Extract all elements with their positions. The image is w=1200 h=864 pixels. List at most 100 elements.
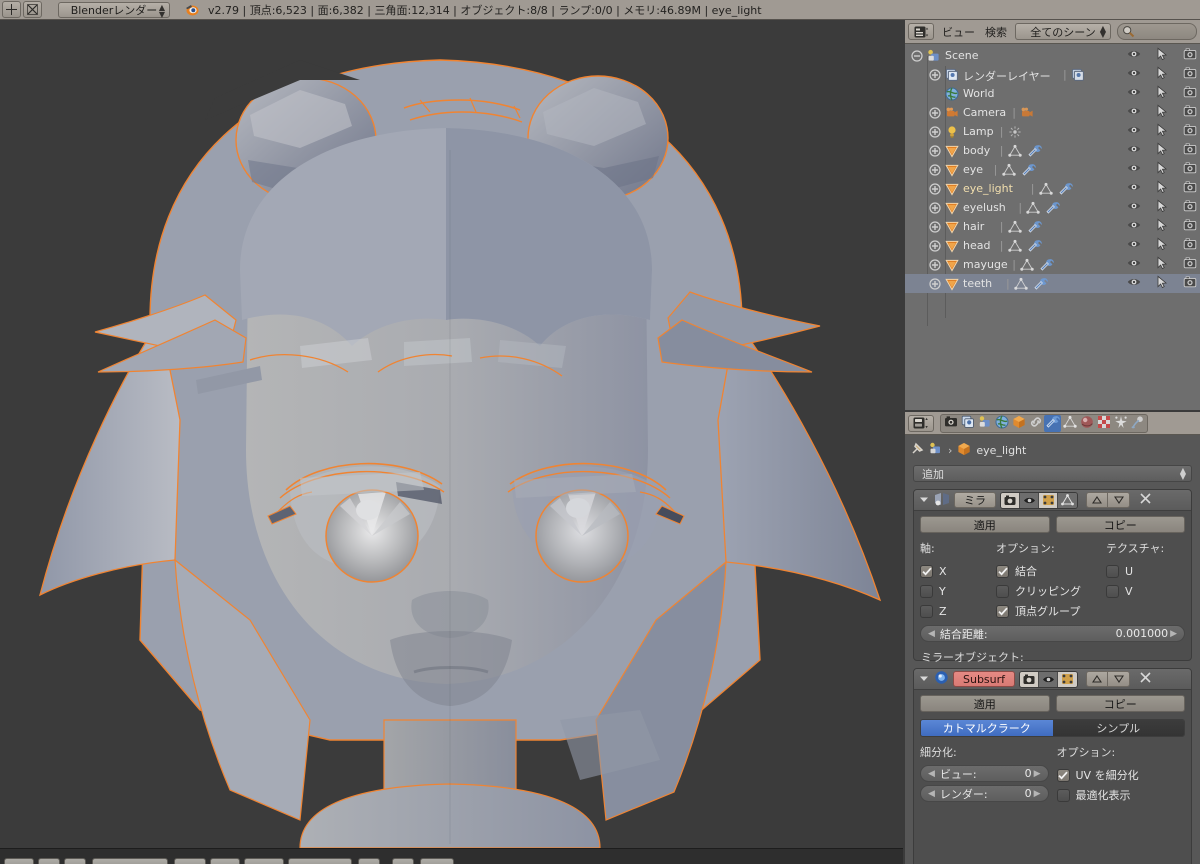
mesh-data-icon[interactable]	[1014, 277, 1028, 294]
chevron-down-icon[interactable]	[918, 672, 930, 687]
camera-icon[interactable]	[1183, 161, 1197, 178]
checkbox-row[interactable]: 最適化表示	[1056, 785, 1186, 805]
row-restriction-icons[interactable]	[1127, 274, 1197, 293]
row-restriction-icons[interactable]	[1127, 198, 1197, 217]
subdivide-uvs-checkbox[interactable]	[1056, 768, 1070, 782]
row-restriction-icons[interactable]	[1127, 179, 1197, 198]
axis-y-checkbox[interactable]	[920, 584, 933, 598]
axis-x-checkbox[interactable]	[920, 564, 933, 578]
row-restriction-icons[interactable]	[1127, 217, 1197, 236]
cursor-arrow-icon[interactable]	[1155, 180, 1169, 197]
cursor-arrow-icon[interactable]	[1155, 142, 1169, 159]
row-expander[interactable]	[929, 69, 941, 84]
row-restriction-icons[interactable]	[1127, 255, 1197, 274]
modifier-panel-mirror[interactable]: ミラ 適用 コピー 軸: X Y Z オプション: 結合 クリッピング 頂点グル…	[913, 489, 1192, 686]
vp-layers[interactable]	[420, 858, 454, 864]
delete-modifier-button[interactable]	[1139, 671, 1152, 687]
material-tab[interactable]	[1078, 415, 1095, 432]
eye-icon[interactable]	[1127, 123, 1141, 140]
subdivision-type-toggle[interactable]: カトマルクラーク シンプル	[920, 719, 1185, 737]
wrench-icon[interactable]	[1046, 201, 1061, 218]
render-engine-select[interactable]: Blenderレンダー ▲ ▼	[58, 1, 170, 18]
camera-icon[interactable]	[1183, 123, 1197, 140]
wrench-icon[interactable]	[1034, 277, 1048, 294]
outliner-row-eye_light[interactable]: eye_light |	[905, 179, 1200, 198]
vp-mode-select[interactable]	[92, 858, 168, 864]
view-subdivisions-field[interactable]: ◀ ビュー: 0 ▶	[920, 765, 1049, 782]
apply-button[interactable]: 適用	[920, 695, 1050, 712]
cage-toggle[interactable]	[1058, 492, 1077, 508]
merge-checkbox[interactable]	[996, 564, 1009, 578]
editmode-toggle[interactable]	[1058, 671, 1078, 687]
render-subdivisions-field[interactable]: ◀ レンダー: 0 ▶	[920, 785, 1049, 802]
outliner-row-Scene[interactable]: Scene	[905, 46, 1200, 65]
eye-icon[interactable]	[1127, 256, 1141, 273]
checkbox-row[interactable]: 頂点グループ	[996, 601, 1106, 621]
texture-tab[interactable]	[1095, 415, 1112, 432]
data-tab[interactable]	[1061, 415, 1078, 432]
plus-icon[interactable]	[2, 1, 21, 18]
modifier-display-toggles[interactable]	[1000, 491, 1078, 509]
modifier-header[interactable]: Subsurf	[914, 669, 1191, 690]
cursor-arrow-icon[interactable]	[1155, 256, 1169, 273]
move-modifier-down-button[interactable]	[1108, 492, 1130, 508]
row-expander[interactable]	[929, 278, 941, 293]
camera-icon[interactable]	[1183, 218, 1197, 235]
properties-content[interactable]: › eye_light 追加 ▲ ▼ ミラ 適用 コピー 軸: X Y Z オプ…	[905, 435, 1200, 864]
row-expander[interactable]	[929, 145, 941, 160]
outliner-row-body[interactable]: body |	[905, 141, 1200, 160]
wrench-icon[interactable]	[1028, 239, 1042, 256]
eye-icon[interactable]	[1127, 47, 1141, 64]
vp-btn-3[interactable]	[64, 858, 86, 864]
constraints-tab[interactable]	[1027, 415, 1044, 432]
render-toggle[interactable]	[1020, 671, 1040, 687]
object-tab[interactable]	[1010, 415, 1027, 432]
copy-button[interactable]: コピー	[1055, 695, 1185, 712]
eye-icon[interactable]	[1127, 161, 1141, 178]
modifiers-tab[interactable]	[1044, 414, 1061, 432]
physics-tab[interactable]	[1129, 415, 1146, 432]
outliner-row-eye[interactable]: eye |	[905, 160, 1200, 179]
vp-btn-4[interactable]	[174, 858, 206, 864]
cursor-arrow-icon[interactable]	[1155, 275, 1169, 292]
modifier-header[interactable]: ミラ	[914, 490, 1191, 511]
vp-pivot-select[interactable]	[288, 858, 352, 864]
outliner-tree[interactable]: Scene レンダーレイヤー | World Camera | Lamp | body | eye |…	[905, 44, 1200, 410]
outliner-menu-view[interactable]: ビュー	[940, 24, 977, 40]
row-expander[interactable]	[911, 50, 923, 65]
particles-tab[interactable]	[1112, 415, 1129, 432]
world-tab[interactable]	[993, 415, 1010, 432]
vp-proportional-toggle[interactable]	[392, 858, 414, 864]
eye-icon[interactable]	[1127, 199, 1141, 216]
camera-icon[interactable]	[1183, 275, 1197, 292]
outliner-row-Lamp[interactable]: Lamp |	[905, 122, 1200, 141]
row-restriction-icons[interactable]	[1127, 160, 1197, 179]
cursor-arrow-icon[interactable]	[1155, 85, 1169, 102]
eye-icon[interactable]	[1127, 218, 1141, 235]
texture-v-checkbox[interactable]	[1106, 584, 1119, 598]
outliner-row-eyelush[interactable]: eyelush |	[905, 198, 1200, 217]
row-restriction-icons[interactable]	[1127, 103, 1197, 122]
camera-icon[interactable]	[1183, 256, 1197, 273]
checkbox-row[interactable]: Z	[920, 601, 996, 621]
row-expander[interactable]	[929, 183, 941, 198]
checkbox-row[interactable]: Y	[920, 581, 996, 601]
outliner-row-World[interactable]: World	[905, 84, 1200, 103]
row-expander[interactable]	[929, 240, 941, 255]
cursor-arrow-icon[interactable]	[1155, 237, 1169, 254]
outliner-row-Camera[interactable]: Camera |	[905, 103, 1200, 122]
move-modifier-up-button[interactable]	[1086, 671, 1109, 687]
row-restriction-icons[interactable]	[1127, 65, 1197, 84]
mesh-data-icon[interactable]	[1001, 163, 1016, 180]
wrench-icon[interactable]	[1059, 182, 1073, 199]
renderlayer-icon[interactable]	[1071, 68, 1085, 85]
outliner-row-mayuge[interactable]: mayuge |	[905, 255, 1200, 274]
checkbox-row[interactable]: X	[920, 561, 996, 581]
properties-tab-strip[interactable]	[940, 413, 1148, 433]
checkbox-row[interactable]: V	[1106, 581, 1185, 601]
modifier-panel-subsurf[interactable]: Subsurf 適用 コピー カトマルクラーク シンプル 細分化: ◀ ビュー:…	[913, 668, 1192, 864]
vp-btn-2[interactable]	[38, 858, 60, 864]
viewport-toggle[interactable]	[1020, 492, 1039, 508]
modifier-name-field[interactable]: ミラ	[954, 492, 996, 508]
row-expander[interactable]	[929, 202, 941, 217]
